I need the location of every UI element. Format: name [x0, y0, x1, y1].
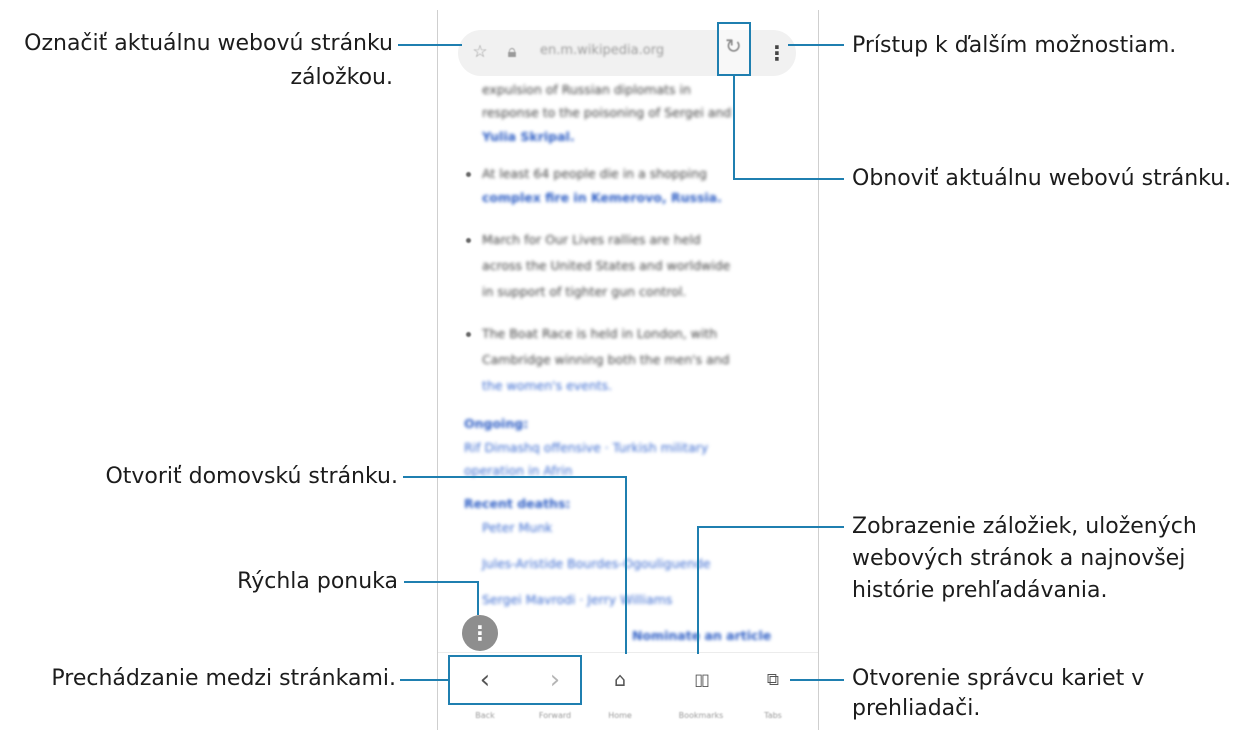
quick-menu-icon: ⋮ [470, 621, 490, 645]
callout-line-refresh-h [733, 178, 844, 180]
callout-bookmarks-line1: Zobrazenie záložiek, uložených [852, 514, 1197, 539]
callout-tabs-line1: Otvorenie správcu kariet v [852, 666, 1145, 691]
callout-line-navigate [400, 679, 448, 681]
bookmarks-icon[interactable]: ▯▯ [686, 665, 716, 695]
home-icon[interactable]: ⌂ [605, 665, 635, 695]
forward-arrow-icon[interactable]: › [540, 665, 570, 695]
callout-line-home-h [403, 476, 627, 478]
callout-bookmarks-line2: webových stránok a najnovšej [852, 546, 1186, 571]
callout-bookmark-line2: záložkou. [290, 65, 393, 90]
content-link[interactable]: Peter Munk [482, 520, 552, 536]
home-caption: Home [608, 711, 632, 720]
content-line[interactable]: the women's events. [482, 378, 612, 394]
refresh-icon: ↻ [725, 34, 742, 58]
callout-refresh: Obnoviť aktuálnu webovú stránku. [852, 166, 1232, 191]
content-link[interactable]: Jules-Aristide Bourdes-Ogouliguende [482, 556, 711, 572]
content-link[interactable]: Yulia Skripal. [482, 129, 575, 145]
content-link[interactable]: Nominate an article [632, 628, 771, 644]
callout-line-more [788, 44, 844, 46]
callout-line-quickmenu-h [404, 581, 479, 583]
tabs-caption: Tabs [764, 711, 782, 720]
callout-bookmarks-line3: histórie prehľadávania. [852, 578, 1108, 603]
callout-tabs-line2: prehliadači. [852, 696, 981, 721]
url-text[interactable]: en.m.wikipedia.org [540, 43, 664, 58]
quick-menu-button[interactable]: ⋮ [462, 615, 498, 651]
callout-line-bookmark [398, 44, 462, 46]
content-line[interactable]: March for Our Lives rallies are held [482, 232, 701, 248]
forward-caption: Forward [538, 711, 572, 720]
callout-line-quickmenu-v [477, 581, 479, 615]
more-vertical-icon[interactable]: ⋮ [767, 41, 787, 65]
callout-navigate: Prechádzanie medzi stránkami. [51, 666, 396, 691]
callout-line-tabs [790, 679, 844, 681]
section-heading: Ongoing: [464, 416, 529, 431]
section-heading: Recent deaths: [464, 496, 571, 511]
callout-quick-menu: Rýchla ponuka [237, 569, 398, 594]
tabs-icon[interactable]: ⧉ [758, 665, 788, 695]
bookmarks-caption: Bookmarks [678, 711, 724, 720]
back-caption: Back [475, 711, 495, 720]
content-line: across the United States and worldwide [482, 258, 731, 273]
content-line[interactable]: At least 64 people die in a shopping [482, 166, 707, 182]
bullet [466, 332, 471, 337]
bullet [466, 238, 471, 243]
content-link[interactable]: complex fire in Kemerovo, Russia. [482, 190, 722, 206]
callout-more-options: Prístup k ďalším možnostiam. [852, 33, 1177, 58]
lock-icon: 🔒︎ [507, 42, 517, 62]
callout-line-refresh-v [733, 76, 735, 180]
content-line[interactable]: response to the poisoning of Sergei and [482, 105, 731, 121]
callout-line-bookmarks-v [697, 526, 699, 654]
star-icon[interactable]: ☆ [470, 42, 490, 62]
bottom-toolbar: ‹ › ⌂ ▯▯ ⧉ Back Forward Home Bookmarks T… [438, 652, 818, 730]
bullet [466, 172, 471, 177]
callout-bookmark-line1: Označiť aktuálnu webovú stránku [24, 31, 393, 56]
content-line[interactable]: in support of tighter gun control. [482, 284, 686, 300]
content-link[interactable]: Sergei Mavrodi · Jerry Williams [482, 592, 672, 608]
content-line[interactable]: Cambridge winning both the men's and [482, 352, 730, 368]
callout-home: Otvoriť domovskú stránku. [105, 464, 398, 489]
callout-line-home-v [625, 476, 627, 654]
refresh-button[interactable]: ↻ [717, 22, 751, 76]
content-link[interactable]: Rif Dimashq offensive · Turkish military [464, 440, 708, 456]
browser-screen: ☆ 🔒︎ en.m.wikipedia.org ↻ ⋮ expulsion of… [437, 10, 819, 730]
back-arrow-icon[interactable]: ‹ [470, 665, 500, 695]
content-line: expulsion of Russian diplomats in [482, 82, 691, 97]
content-line[interactable]: The Boat Race is held in London, with [482, 326, 717, 342]
callout-line-bookmarks-h [697, 526, 844, 528]
